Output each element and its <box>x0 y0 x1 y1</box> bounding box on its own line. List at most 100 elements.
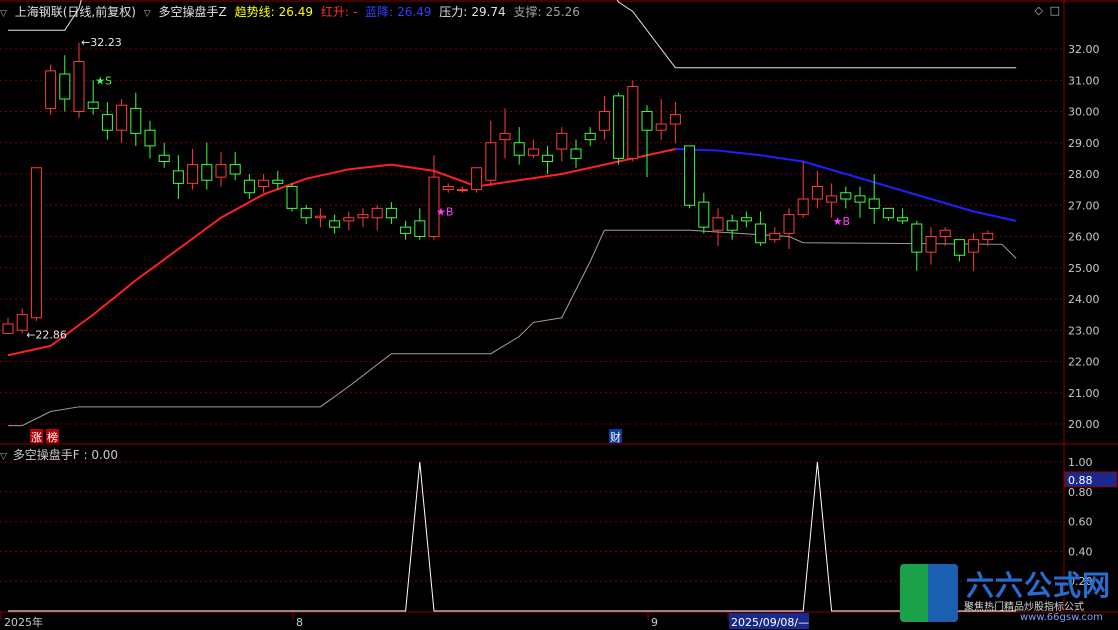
blue-value: 26.49 <box>397 5 432 19</box>
y-tick-label: 21.00 <box>1068 387 1100 400</box>
candle-body <box>712 217 724 231</box>
candle-body <box>343 217 355 222</box>
candle-body <box>215 164 227 178</box>
candle-body <box>968 239 980 253</box>
candle-body <box>826 195 838 203</box>
support-line <box>8 229 1017 427</box>
trend-line-up <box>7 148 676 357</box>
candlesticks <box>2 42 994 334</box>
candle-body <box>598 111 610 131</box>
y-tick-label: 29.00 <box>1068 137 1100 150</box>
trend-value: 26.49 <box>278 5 313 19</box>
candle-body <box>797 198 809 216</box>
sub-y-tick-label: 0.60 <box>1068 516 1093 529</box>
candle-body <box>882 207 894 219</box>
candle-body <box>570 148 582 159</box>
blue-label: 蓝降: <box>365 5 394 19</box>
y-tick-label: 26.00 <box>1068 231 1100 244</box>
x-label-cursor: 2025/09/08/— <box>731 616 809 629</box>
annotations: ←32.23 ←22.86 ★B ★B ★S 涨榜 财 <box>26 36 850 444</box>
candle-body <box>229 164 241 175</box>
candle-body <box>854 195 866 203</box>
grid-lines <box>0 0 1118 613</box>
candle-body <box>101 114 113 131</box>
stock-chart[interactable]: 32.00 31.00 30.00 29.00 28.00 27.00 26.00 25.00… <box>0 0 1118 630</box>
candle-body <box>513 142 525 156</box>
indicator-title: 多空操盘手Z <box>158 5 227 19</box>
y-axis-ticks: 32.00 31.00 30.00 29.00 28.00 27.00 26.00 25.00… <box>1064 43 1118 588</box>
sell-signal-label: ★S <box>95 74 112 87</box>
candle-body <box>371 207 383 219</box>
sub-y-tick-label: 1.00 <box>1068 456 1093 469</box>
candle-body <box>684 145 696 206</box>
trend-line-down <box>675 148 1017 222</box>
candle-body <box>59 73 71 100</box>
stock-title: 上海钢联(日线,前复权) <box>14 5 136 19</box>
signal-line <box>8 461 1017 612</box>
candle-body <box>499 132 511 141</box>
candle-body <box>130 107 142 134</box>
y-tick-label: 23.00 <box>1068 324 1100 337</box>
candle-body <box>314 215 326 219</box>
candle-body <box>584 132 596 141</box>
low-price-label: ←22.86 <box>26 329 67 342</box>
x-label: 2025年 <box>4 615 43 629</box>
candle-body <box>613 95 625 159</box>
candle-body <box>144 129 156 147</box>
y-tick-label: 28.00 <box>1068 168 1100 181</box>
square-icon[interactable]: □ <box>1050 4 1060 17</box>
y-tick-label: 31.00 <box>1068 74 1100 87</box>
candle-body <box>769 232 781 241</box>
red-label: 红升: <box>320 5 349 19</box>
candle-body <box>953 239 965 256</box>
collapse-icon[interactable]: ▽ <box>0 9 7 19</box>
candle-body <box>414 220 426 237</box>
high-price-label: ←32.23 <box>81 36 122 49</box>
collapse-icon[interactable]: ▽ <box>144 9 151 19</box>
candle-body <box>527 148 539 156</box>
candle-body <box>726 220 738 231</box>
candle-body <box>471 167 483 191</box>
candle-body <box>87 101 99 109</box>
candle-body <box>627 86 639 159</box>
sub-chart-header: ▽ 多空操盘手F : 0.00 <box>0 446 118 463</box>
candle-body <box>925 236 937 253</box>
candle-body <box>357 214 369 219</box>
candle-body <box>811 186 823 200</box>
sub-chart <box>8 461 1017 612</box>
candle-body <box>442 186 454 191</box>
logo-slogan: 聚焦热门精品炒股指标公式 <box>964 602 1084 613</box>
y-tick-label: 25.00 <box>1068 262 1100 275</box>
sub-y-tick-label: 0.80 <box>1068 486 1093 499</box>
collapse-icon[interactable]: ▽ <box>0 452 7 462</box>
candle-body <box>897 217 909 222</box>
logo-url: www.66gsw.com <box>1020 612 1103 623</box>
candle-body <box>655 123 667 131</box>
sub-indicator-value: : 0.00 <box>83 448 119 462</box>
candle-body <box>45 70 57 109</box>
candle-body <box>542 154 554 162</box>
trend-label: 趋势线: <box>234 5 275 19</box>
sub-y-tick-label: 0.40 <box>1068 545 1093 558</box>
red-value: - <box>352 5 358 19</box>
y-tick-label: 20.00 <box>1068 418 1100 431</box>
x-label: 8 <box>296 616 303 629</box>
logo-mark-right <box>928 564 958 622</box>
candle-body <box>187 164 199 184</box>
candle-body <box>73 61 85 112</box>
support-value: 25.26 <box>545 5 580 19</box>
ranking-marker: 榜 <box>47 430 58 444</box>
candle-body <box>158 154 170 162</box>
candle-body <box>30 167 42 319</box>
candle-body <box>485 142 497 181</box>
candle-body <box>172 170 184 184</box>
y-tick-label: 30.00 <box>1068 106 1100 119</box>
candle-body <box>300 207 312 219</box>
diamond-icon[interactable]: ◇ <box>1035 4 1043 17</box>
limit-up-marker: 涨 <box>31 431 42 444</box>
y-tick-label: 24.00 <box>1068 293 1100 306</box>
candle-body <box>116 104 128 131</box>
candle-body <box>2 323 14 334</box>
candle-body <box>740 217 752 222</box>
finance-marker: 财 <box>610 430 621 444</box>
